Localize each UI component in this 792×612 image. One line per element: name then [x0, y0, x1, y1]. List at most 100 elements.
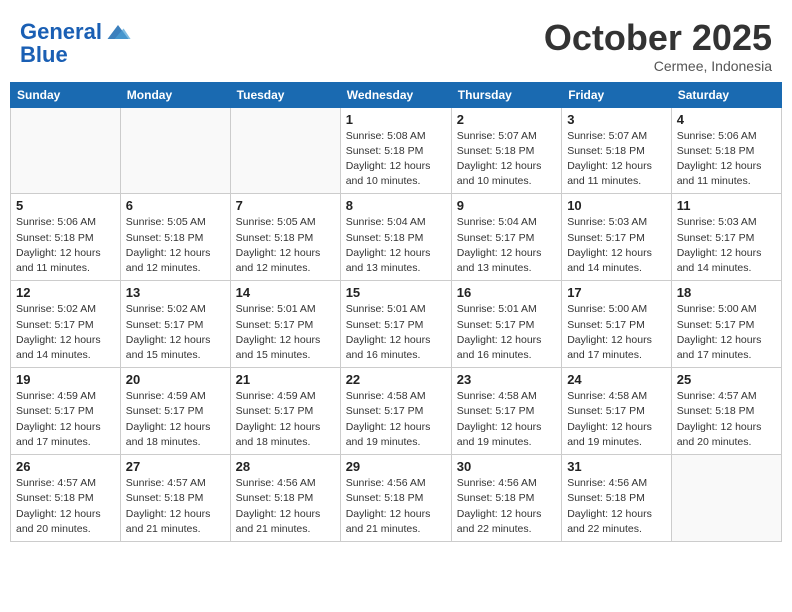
- calendar-header-row: SundayMondayTuesdayWednesdayThursdayFrid…: [11, 82, 782, 107]
- calendar-cell: 2 Sunrise: 5:07 AMSunset: 5:18 PMDaylight…: [451, 107, 561, 194]
- calendar-cell: 3 Sunrise: 5:07 AMSunset: 5:18 PMDaylight…: [562, 107, 672, 194]
- day-info: Sunrise: 5:00 AMSunset: 5:17 PMDaylight:…: [677, 302, 776, 363]
- day-number: 31: [567, 459, 666, 474]
- day-number: 16: [457, 285, 556, 300]
- day-number: 12: [16, 285, 115, 300]
- day-number: 5: [16, 198, 115, 213]
- day-number: 22: [346, 372, 446, 387]
- calendar-cell: 24 Sunrise: 4:58 AMSunset: 5:17 PMDayligh…: [562, 368, 672, 455]
- day-info: Sunrise: 5:00 AMSunset: 5:17 PMDaylight:…: [567, 302, 666, 363]
- day-number: 19: [16, 372, 115, 387]
- calendar-cell: 27 Sunrise: 4:57 AMSunset: 5:18 PMDayligh…: [120, 455, 230, 542]
- day-info: Sunrise: 5:04 AMSunset: 5:17 PMDaylight:…: [457, 215, 556, 276]
- calendar-cell: 13 Sunrise: 5:02 AMSunset: 5:17 PMDayligh…: [120, 281, 230, 368]
- day-number: 6: [126, 198, 225, 213]
- calendar-cell: 21 Sunrise: 4:59 AMSunset: 5:17 PMDayligh…: [230, 368, 340, 455]
- day-info: Sunrise: 5:01 AMSunset: 5:17 PMDaylight:…: [236, 302, 335, 363]
- calendar-cell: 28Sunrise: 4:56 AMSunset: 5:18 PMDayligh…: [230, 455, 340, 542]
- day-number: 7: [236, 198, 335, 213]
- calendar-cell: [671, 455, 781, 542]
- day-info: Sunrise: 4:58 AMSunset: 5:17 PMDaylight:…: [567, 389, 666, 450]
- calendar-cell: 31 Sunrise: 4:56 AMSunset: 5:18 PMDayligh…: [562, 455, 672, 542]
- page-header: General Blue October 2025 Cermee, Indone…: [10, 10, 782, 74]
- calendar-cell: 8Sunrise: 5:04 AMSunset: 5:18 PMDaylight…: [340, 194, 451, 281]
- day-info: Sunrise: 4:57 AMSunset: 5:18 PMDaylight:…: [126, 476, 225, 537]
- calendar-cell: 18Sunrise: 5:00 AMSunset: 5:17 PMDayligh…: [671, 281, 781, 368]
- day-number: 29: [346, 459, 446, 474]
- weekday-header-friday: Friday: [562, 82, 672, 107]
- day-info: Sunrise: 5:01 AMSunset: 5:17 PMDaylight:…: [346, 302, 446, 363]
- day-info: Sunrise: 5:03 AMSunset: 5:17 PMDaylight:…: [567, 215, 666, 276]
- day-info: Sunrise: 4:58 AMSunset: 5:17 PMDaylight:…: [346, 389, 446, 450]
- day-number: 25: [677, 372, 776, 387]
- calendar-cell: 29 Sunrise: 4:56 AMSunset: 5:18 PMDayligh…: [340, 455, 451, 542]
- day-info: Sunrise: 5:06 AMSunset: 5:18 PMDaylight:…: [16, 215, 115, 276]
- day-number: 13: [126, 285, 225, 300]
- day-number: 3: [567, 112, 666, 127]
- day-number: 14: [236, 285, 335, 300]
- weekday-header-saturday: Saturday: [671, 82, 781, 107]
- calendar-cell: 30 Sunrise: 4:56 AMSunset: 5:18 PMDayligh…: [451, 455, 561, 542]
- day-number: 17: [567, 285, 666, 300]
- day-info: Sunrise: 4:56 AMSunset: 5:18 PMDaylight:…: [236, 476, 335, 537]
- day-info: Sunrise: 5:05 AMSunset: 5:18 PMDaylight:…: [126, 215, 225, 276]
- logo: General Blue: [20, 18, 132, 68]
- calendar-cell: 11Sunrise: 5:03 AMSunset: 5:17 PMDayligh…: [671, 194, 781, 281]
- day-info: Sunrise: 4:57 AMSunset: 5:18 PMDaylight:…: [16, 476, 115, 537]
- weekday-header-monday: Monday: [120, 82, 230, 107]
- calendar-cell: [11, 107, 121, 194]
- calendar-cell: 1 Sunrise: 5:08 AMSunset: 5:18 PMDaylight…: [340, 107, 451, 194]
- day-number: 1: [346, 112, 446, 127]
- day-info: Sunrise: 5:07 AMSunset: 5:18 PMDaylight:…: [457, 129, 556, 190]
- calendar-cell: 17 Sunrise: 5:00 AMSunset: 5:17 PMDayligh…: [562, 281, 672, 368]
- logo-icon: [104, 18, 132, 46]
- calendar-cell: 4 Sunrise: 5:06 AMSunset: 5:18 PMDaylight…: [671, 107, 781, 194]
- day-number: 4: [677, 112, 776, 127]
- calendar-week-row: 19 Sunrise: 4:59 AMSunset: 5:17 PMDayligh…: [11, 368, 782, 455]
- day-number: 24: [567, 372, 666, 387]
- title-area: October 2025 Cermee, Indonesia: [544, 18, 772, 74]
- calendar-cell: 23 Sunrise: 4:58 AMSunset: 5:17 PMDayligh…: [451, 368, 561, 455]
- calendar-week-row: 1 Sunrise: 5:08 AMSunset: 5:18 PMDaylight…: [11, 107, 782, 194]
- weekday-header-sunday: Sunday: [11, 82, 121, 107]
- calendar-cell: [120, 107, 230, 194]
- day-number: 11: [677, 198, 776, 213]
- day-number: 21: [236, 372, 335, 387]
- day-number: 2: [457, 112, 556, 127]
- day-info: Sunrise: 5:06 AMSunset: 5:18 PMDaylight:…: [677, 129, 776, 190]
- calendar-week-row: 26 Sunrise: 4:57 AMSunset: 5:18 PMDayligh…: [11, 455, 782, 542]
- calendar-cell: 14 Sunrise: 5:01 AMSunset: 5:17 PMDayligh…: [230, 281, 340, 368]
- day-info: Sunrise: 4:59 AMSunset: 5:17 PMDaylight:…: [236, 389, 335, 450]
- day-info: Sunrise: 4:56 AMSunset: 5:18 PMDaylight:…: [457, 476, 556, 537]
- day-info: Sunrise: 4:58 AMSunset: 5:17 PMDaylight:…: [457, 389, 556, 450]
- month-title: October 2025: [544, 18, 772, 58]
- day-number: 10: [567, 198, 666, 213]
- day-number: 27: [126, 459, 225, 474]
- calendar-cell: 26 Sunrise: 4:57 AMSunset: 5:18 PMDayligh…: [11, 455, 121, 542]
- day-number: 30: [457, 459, 556, 474]
- day-number: 26: [16, 459, 115, 474]
- weekday-header-tuesday: Tuesday: [230, 82, 340, 107]
- day-info: Sunrise: 5:07 AMSunset: 5:18 PMDaylight:…: [567, 129, 666, 190]
- calendar-table: SundayMondayTuesdayWednesdayThursdayFrid…: [10, 82, 782, 542]
- day-info: Sunrise: 5:02 AMSunset: 5:17 PMDaylight:…: [126, 302, 225, 363]
- calendar-cell: 7Sunrise: 5:05 AMSunset: 5:18 PMDaylight…: [230, 194, 340, 281]
- day-info: Sunrise: 5:08 AMSunset: 5:18 PMDaylight:…: [346, 129, 446, 190]
- day-info: Sunrise: 4:59 AMSunset: 5:17 PMDaylight:…: [126, 389, 225, 450]
- weekday-header-wednesday: Wednesday: [340, 82, 451, 107]
- calendar-cell: 9Sunrise: 5:04 AMSunset: 5:17 PMDaylight…: [451, 194, 561, 281]
- calendar-week-row: 5 Sunrise: 5:06 AMSunset: 5:18 PMDaylight…: [11, 194, 782, 281]
- logo-text: General: [20, 20, 102, 44]
- calendar-cell: 19 Sunrise: 4:59 AMSunset: 5:17 PMDayligh…: [11, 368, 121, 455]
- day-info: Sunrise: 5:04 AMSunset: 5:18 PMDaylight:…: [346, 215, 446, 276]
- day-info: Sunrise: 5:01 AMSunset: 5:17 PMDaylight:…: [457, 302, 556, 363]
- day-number: 15: [346, 285, 446, 300]
- weekday-header-thursday: Thursday: [451, 82, 561, 107]
- day-info: Sunrise: 4:56 AMSunset: 5:18 PMDaylight:…: [346, 476, 446, 537]
- calendar-week-row: 12 Sunrise: 5:02 AMSunset: 5:17 PMDayligh…: [11, 281, 782, 368]
- day-info: Sunrise: 4:59 AMSunset: 5:17 PMDaylight:…: [16, 389, 115, 450]
- calendar-cell: 12Sunrise: 5:02 AMSunset: 5:17 PMDayligh…: [11, 281, 121, 368]
- day-info: Sunrise: 4:57 AMSunset: 5:18 PMDaylight:…: [677, 389, 776, 450]
- day-info: Sunrise: 4:56 AMSunset: 5:18 PMDaylight:…: [567, 476, 666, 537]
- day-number: 23: [457, 372, 556, 387]
